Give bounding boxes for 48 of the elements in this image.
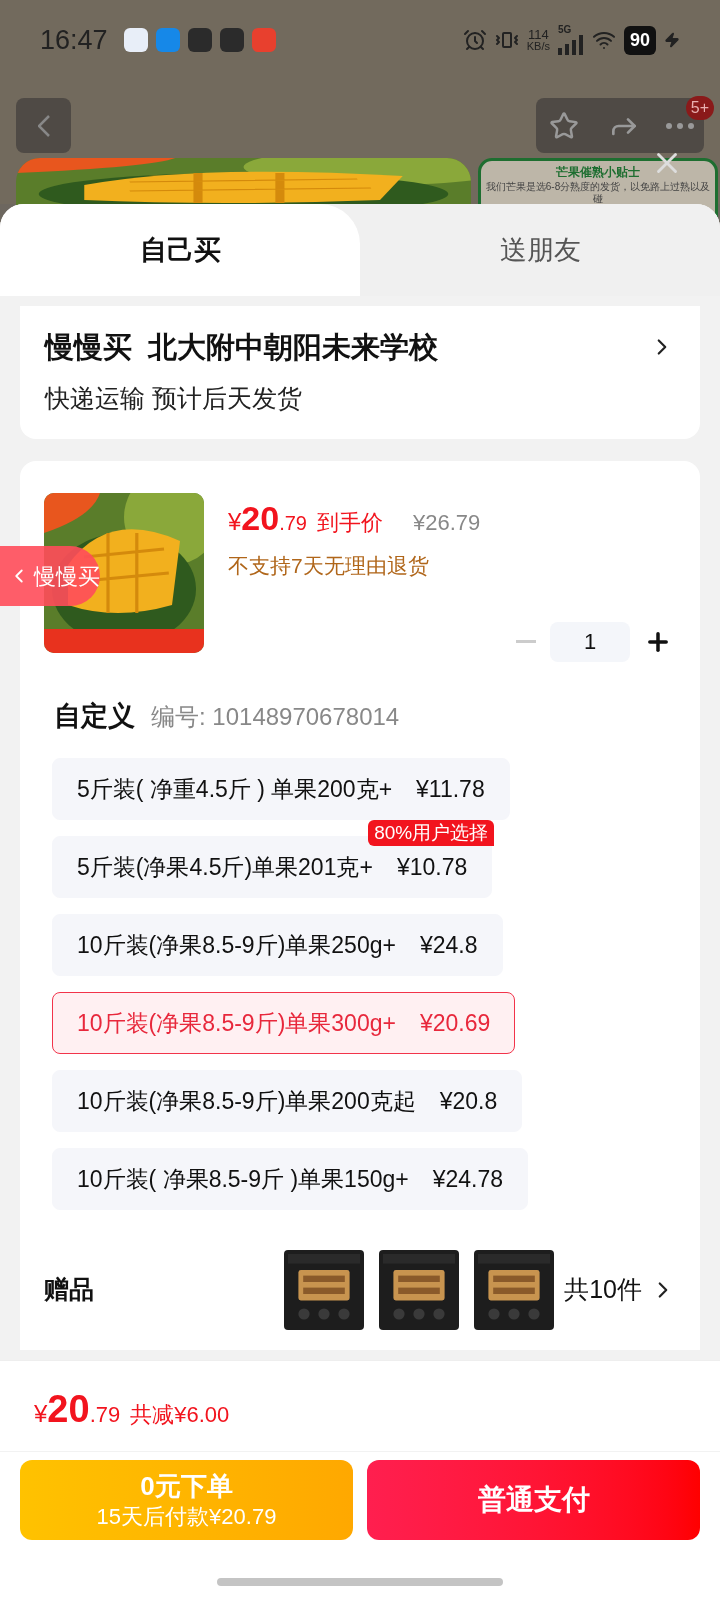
minus-icon [516, 640, 536, 643]
total-symbol: ¥ [34, 1400, 48, 1429]
app-icon [123, 28, 148, 52]
network-type: 5G [557, 25, 572, 35]
address-name: 慢慢买 北大附中朝阳未来学校 [45, 330, 440, 365]
price-label: 到手价 [317, 509, 383, 537]
option-chip[interactable]: 10斤装(净果8.5-9斤)单果250g+ ¥24.8 [52, 914, 503, 976]
price-integer: 20 [241, 498, 280, 539]
spec-code: 编号: 10148970678014 [151, 701, 400, 732]
shipping-info: 快递运输 预计后天发货 [45, 382, 303, 414]
alarm-icon [462, 28, 487, 52]
option-chip[interactable]: 10斤装(净果8.5-9斤)单果200克起 ¥20.8 [52, 1070, 523, 1132]
back-icon [37, 114, 50, 137]
return-note: 不支持7天无理由退货 [228, 553, 430, 579]
address-card[interactable]: 慢慢买 北大附中朝阳未来学校 快递运输 预计后天发货 [20, 306, 700, 439]
option-chip[interactable]: 5斤装( 净重4.5斤 ) 单果200克+ ¥11.78 [52, 758, 510, 820]
notification-badge: 5+ [685, 96, 714, 120]
app-icon [251, 28, 276, 52]
popular-badge: 80%用户选择 [368, 820, 495, 846]
tip-text: 我们芒果是选6-8分熟度的发货，以免路上过熟以及碰 [484, 181, 712, 205]
net-unit: KB/s [526, 41, 550, 52]
net-speed: 114 [528, 28, 549, 41]
charging-icon [664, 32, 680, 48]
battery-level: 90 [623, 25, 656, 55]
back-button[interactable] [16, 98, 71, 153]
total-decimal: .79 [89, 1401, 121, 1429]
app-icon [155, 28, 180, 52]
price-symbol: ¥ [228, 508, 242, 537]
gift-count[interactable]: 共10件 [564, 1271, 642, 1309]
app-icon [187, 28, 212, 52]
option-chip[interactable]: 10斤装(净果8.5-9斤)单果300g+ ¥20.69 [52, 992, 516, 1054]
star-icon [549, 110, 579, 141]
signal-icon [557, 35, 584, 55]
gift-title: 赠品 [44, 1274, 95, 1306]
more-icon [666, 122, 694, 129]
tip-title: 芒果催熟小贴士 [556, 165, 640, 180]
pay-button[interactable]: 普通支付 [367, 1460, 700, 1540]
clock-time: 16:47 [40, 23, 108, 57]
tab[interactable]: 自己买 [0, 204, 360, 296]
option-chip[interactable]: 10斤装( 净果8.5-9斤 )单果150g+ ¥24.78 [52, 1148, 529, 1210]
spec-title: 自定义 [54, 699, 135, 733]
price-decimal: .79 [279, 511, 307, 536]
total-discount: 共减¥6.00 [130, 1401, 230, 1429]
original-price: ¥26.79 [413, 509, 481, 537]
total-integer: 20 [47, 1387, 90, 1432]
floating-tag[interactable]: 慢慢买 [0, 546, 100, 606]
app-icon [219, 28, 244, 52]
quantity-field[interactable]: 1 [550, 621, 630, 662]
